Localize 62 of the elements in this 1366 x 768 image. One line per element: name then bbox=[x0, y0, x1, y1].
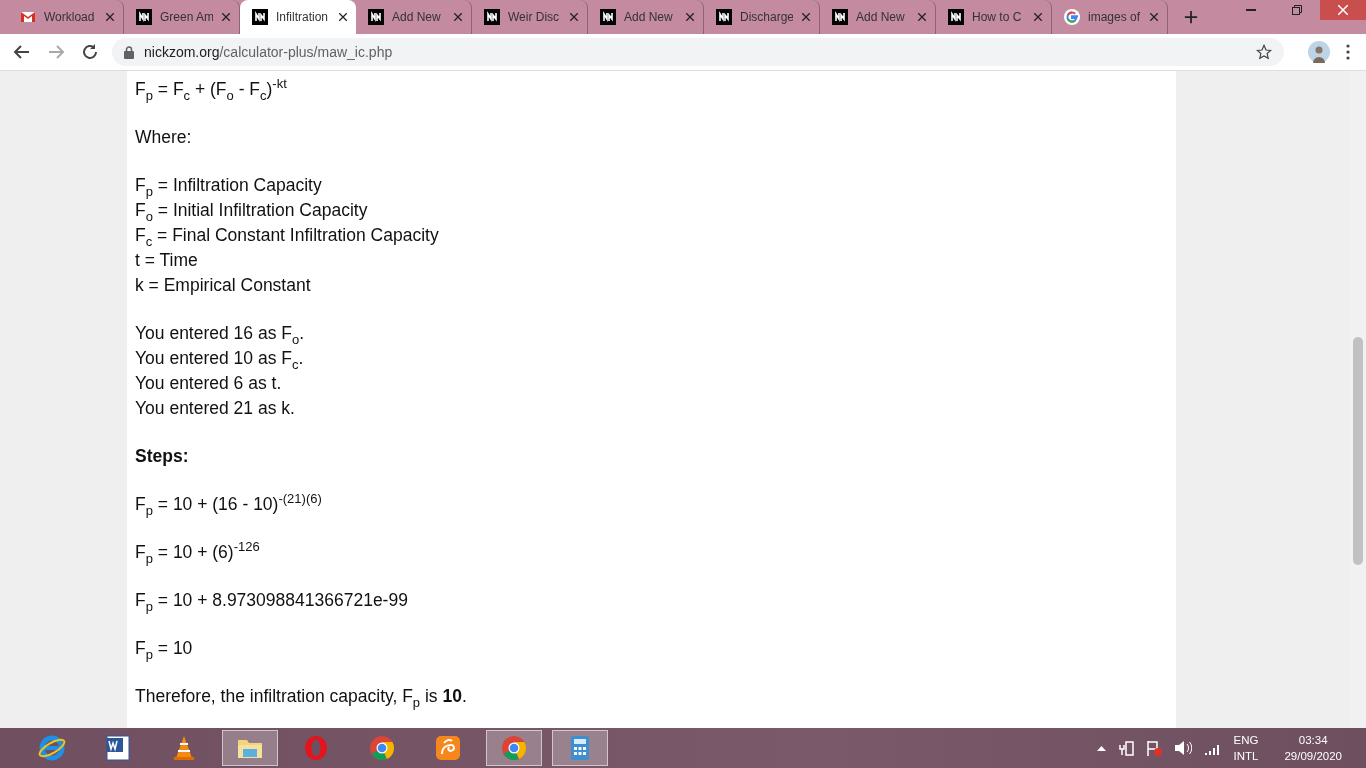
browser-tab[interactable]: Infiltration bbox=[240, 0, 356, 34]
site-icon bbox=[832, 9, 848, 25]
text-line: You entered 16 as F$_{o}$. bbox=[135, 322, 306, 346]
site-icon bbox=[484, 9, 500, 25]
text-line: F$_{p}$ = 10 + 8.973098841366721e-99 bbox=[135, 589, 409, 613]
chrome-icon[interactable] bbox=[370, 736, 394, 760]
site-icon bbox=[136, 9, 152, 25]
speaker-icon[interactable] bbox=[1173, 740, 1192, 756]
cone-icon[interactable] bbox=[174, 736, 194, 760]
text-line: t = Time bbox=[135, 249, 199, 272]
text-line: F$_{p}$ = 10 + (16 - 10)$^{-(21)(6)}$ bbox=[135, 492, 323, 517]
close-icon[interactable] bbox=[917, 12, 927, 22]
clock-time[interactable]: 03:34 bbox=[1298, 732, 1328, 748]
new-tab-icon[interactable] bbox=[1184, 10, 1198, 24]
language-label[interactable]: ENG bbox=[1233, 732, 1259, 748]
text-line: k = Empirical Constant bbox=[135, 274, 312, 297]
close-icon[interactable] bbox=[105, 12, 115, 22]
close-icon[interactable] bbox=[338, 12, 348, 22]
text-line: F$_{o}$ = Initial Infiltration Capacity bbox=[135, 199, 369, 223]
text-line: Therefore, the infiltration capacity, F$_{p}$ is 10. bbox=[135, 685, 468, 709]
lock-icon bbox=[124, 45, 134, 59]
squirrel-icon[interactable] bbox=[436, 736, 460, 760]
close-icon[interactable] bbox=[1033, 12, 1043, 22]
text-line: F$_{p}$ = Infiltration Capacity bbox=[135, 174, 323, 198]
avatar-icon[interactable] bbox=[1308, 41, 1330, 63]
section-heading: Steps: bbox=[135, 445, 190, 468]
site-icon bbox=[252, 9, 268, 25]
minimize-icon[interactable] bbox=[1246, 8, 1256, 12]
document-icon[interactable] bbox=[106, 735, 130, 761]
text-line: You entered 6 as t. bbox=[135, 372, 283, 395]
layout-label[interactable]: INTL bbox=[1233, 748, 1259, 764]
site-icon bbox=[948, 9, 964, 25]
site-icon bbox=[716, 9, 732, 25]
folder-icon[interactable] bbox=[238, 740, 262, 758]
power-icon[interactable] bbox=[1117, 740, 1134, 756]
close-icon[interactable] bbox=[685, 12, 695, 22]
mail-icon bbox=[20, 9, 36, 25]
text-line: Where: bbox=[135, 126, 193, 149]
close-icon[interactable] bbox=[221, 12, 231, 22]
close-icon[interactable] bbox=[569, 12, 579, 22]
text-line: You entered 21 as k. bbox=[135, 397, 296, 420]
close-icon[interactable] bbox=[453, 12, 463, 22]
site-icon bbox=[368, 9, 384, 25]
star-icon[interactable] bbox=[1256, 44, 1272, 60]
flag-icon[interactable] bbox=[1145, 740, 1162, 756]
clock-date[interactable]: 29/09/2020 bbox=[1284, 748, 1342, 764]
text-line: F$_{c}$ = Final Constant Infiltration Capacity bbox=[135, 224, 440, 248]
restore-icon[interactable] bbox=[1292, 5, 1302, 15]
browser-e-icon[interactable] bbox=[38, 735, 66, 761]
text-line: F$_{p}$ = 10 + (6)$^{-126}$ bbox=[135, 540, 261, 565]
caret-icon[interactable] bbox=[1096, 745, 1106, 751]
calculator-icon[interactable] bbox=[571, 736, 589, 760]
google-icon bbox=[1064, 9, 1080, 25]
site-icon bbox=[600, 9, 616, 25]
text-line: You entered 10 as F$_{c}$. bbox=[135, 347, 305, 371]
address-field[interactable]: nickzom.org/calculator-plus/maw_ic.php bbox=[112, 38, 1284, 66]
text-line: F$_{p}$ = 10 bbox=[135, 637, 194, 661]
close-icon[interactable] bbox=[801, 12, 811, 22]
close-icon[interactable] bbox=[1149, 12, 1159, 22]
chrome-icon[interactable] bbox=[502, 736, 526, 760]
text-line: F$_{p}$ = F$_{c}$ + (F$_{o}$ - F$_{c}$)$^{-kt}$ bbox=[135, 77, 288, 102]
menu-icon[interactable] bbox=[1346, 44, 1350, 60]
